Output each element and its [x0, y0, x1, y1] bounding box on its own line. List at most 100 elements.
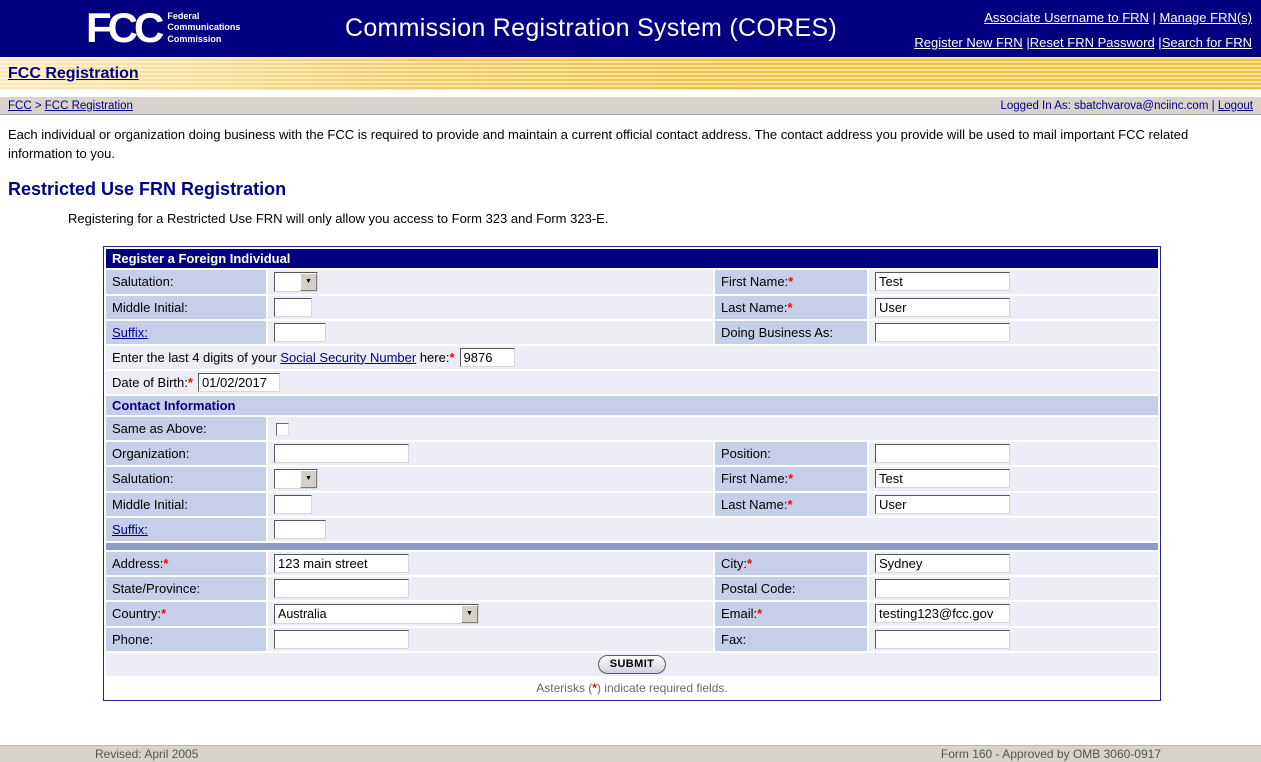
reset-frn-password-link[interactable]: Reset FRN Password: [1030, 35, 1155, 50]
logout-link[interactable]: Logout: [1218, 100, 1253, 112]
breadcrumb-separator: >: [32, 100, 45, 112]
email-input[interactable]: [875, 604, 1010, 623]
email-label: Email:*: [715, 602, 867, 626]
page-footer: Revised: April 2005 Form 160 - Approved …: [0, 745, 1261, 762]
fax-input[interactable]: [875, 630, 1010, 649]
salutation-label: Salutation:: [106, 270, 266, 294]
last-name-label: Last Name:*: [715, 296, 867, 319]
section-title-contact-information: Contact Information: [106, 396, 1158, 415]
row-same-as-above: Same as Above:: [106, 417, 1158, 440]
suffix-link[interactable]: Suffix:: [112, 325, 148, 340]
last-name-cell: [869, 296, 1158, 319]
label-text: Middle Initial:: [112, 497, 188, 512]
row-middleinitial-lastname: Middle Initial: Last Name:*: [106, 296, 1158, 319]
label-text: First Name:: [721, 471, 788, 486]
address-cell: [268, 552, 713, 575]
contact-suffix-link[interactable]: Suffix:: [112, 522, 148, 537]
required-asterisk: *: [787, 300, 792, 315]
ssn-link[interactable]: Social Security Number: [280, 350, 416, 365]
contact-middle-initial-input[interactable]: [274, 495, 312, 514]
suffix-label: Suffix:: [106, 321, 266, 344]
contact-suffix-cell: [268, 518, 1158, 541]
middle-initial-input[interactable]: [274, 298, 312, 317]
select-value: [275, 273, 300, 291]
intro-text: Each individual or organization doing bu…: [8, 126, 1253, 164]
dba-cell: [869, 321, 1158, 344]
label-text: First Name:: [721, 274, 788, 289]
associate-username-link[interactable]: Associate Username to FRN: [984, 10, 1149, 25]
contact-first-name-input[interactable]: [875, 469, 1010, 488]
phone-cell: [268, 628, 713, 651]
same-as-above-label: Same as Above:: [106, 417, 266, 440]
section-header-row: Contact Information: [106, 396, 1158, 415]
state-cell: [268, 577, 713, 600]
manage-frn-link[interactable]: Manage FRN(s): [1160, 10, 1252, 25]
dba-input[interactable]: [875, 323, 1010, 342]
contact-suffix-input[interactable]: [274, 520, 326, 539]
last-name-input[interactable]: [875, 298, 1010, 317]
breadcrumb-fcc-registration-link[interactable]: FCC Registration: [45, 100, 133, 112]
registration-form-table: Register a Foreign Individual Salutation…: [103, 246, 1161, 701]
contact-salutation-cell: ▼: [268, 467, 713, 491]
label-text: Salutation:: [112, 274, 173, 289]
contact-last-name-label: Last Name:*: [715, 493, 867, 516]
contact-first-name-cell: [869, 467, 1158, 491]
label-text: Phone:: [112, 632, 153, 647]
label-text: Doing Business As:: [721, 325, 833, 340]
note-row: Asterisks (*) indicate required fields.: [106, 678, 1158, 698]
ssn-cell: Enter the last 4 digits of your Social S…: [106, 346, 1158, 369]
label-text: Country:: [112, 606, 161, 621]
label-text: Organization:: [112, 446, 189, 461]
separator: |: [1208, 100, 1217, 112]
ssn-last4-input[interactable]: [460, 348, 515, 367]
logo-subtitle-line: Communications: [167, 22, 240, 33]
middle-initial-cell: [268, 296, 713, 319]
state-input[interactable]: [274, 579, 409, 598]
postal-code-input[interactable]: [875, 579, 1010, 598]
fcc-registration-banner-link[interactable]: FCC Registration: [8, 65, 139, 82]
breadcrumb-fcc-link[interactable]: FCC: [8, 100, 32, 112]
separator: |: [1023, 35, 1030, 50]
position-input[interactable]: [875, 444, 1010, 463]
fcc-logo-letters: FCC: [86, 5, 160, 51]
city-input[interactable]: [875, 554, 1010, 573]
organization-cell: [268, 442, 713, 465]
country-select[interactable]: Australia▼: [274, 604, 479, 624]
required-asterisk: *: [757, 606, 762, 621]
phone-input[interactable]: [274, 630, 409, 649]
search-for-frn-link[interactable]: Search for FRN: [1162, 35, 1252, 50]
register-new-frn-link[interactable]: Register New FRN: [914, 35, 1022, 50]
ssn-text-suffix: here:: [416, 350, 449, 365]
salutation-cell: ▼: [268, 270, 713, 294]
registration-form: Register a Foreign Individual Salutation…: [103, 246, 1161, 701]
first-name-cell: [869, 270, 1158, 294]
suffix-cell: [268, 321, 713, 344]
header-nav-row-2: Register New FRN |Reset FRN Password |Se…: [914, 31, 1252, 56]
submit-button[interactable]: SUBMIT: [598, 655, 667, 674]
contact-salutation-select[interactable]: ▼: [274, 469, 318, 489]
breadcrumb-bar: FCC > FCC Registration Logged In As: sba…: [0, 96, 1261, 115]
label-text: Address:: [112, 556, 163, 571]
logged-in-text: Logged In As: sbatchvarova@nciinc.com: [1000, 100, 1208, 112]
address-input[interactable]: [274, 554, 409, 573]
dropdown-arrow-icon: ▼: [300, 273, 317, 291]
first-name-input[interactable]: [875, 272, 1010, 291]
divider-row: [106, 543, 1158, 550]
fcc-logo-subtitle: Federal Communications Commission: [167, 11, 240, 45]
contact-middle-initial-label: Middle Initial:: [106, 493, 266, 516]
dob-input[interactable]: [198, 373, 280, 392]
middle-initial-label: Middle Initial:: [106, 296, 266, 319]
organization-input[interactable]: [274, 444, 409, 463]
label-text: State/Province:: [112, 581, 200, 596]
required-asterisk: *: [788, 471, 793, 486]
contact-last-name-input[interactable]: [875, 495, 1010, 514]
dob-cell: Date of Birth:*: [106, 371, 1158, 394]
same-as-above-checkbox[interactable]: [276, 423, 289, 436]
page-title: Restricted Use FRN Registration: [8, 179, 1253, 200]
login-status: Logged In As: sbatchvarova@nciinc.com | …: [1000, 100, 1253, 112]
row-ssn: Enter the last 4 digits of your Social S…: [106, 346, 1158, 369]
suffix-input[interactable]: [274, 323, 326, 342]
app-title: Commission Registration System (CORES): [345, 14, 837, 43]
salutation-select[interactable]: ▼: [274, 272, 318, 292]
city-label: City:*: [715, 552, 867, 575]
